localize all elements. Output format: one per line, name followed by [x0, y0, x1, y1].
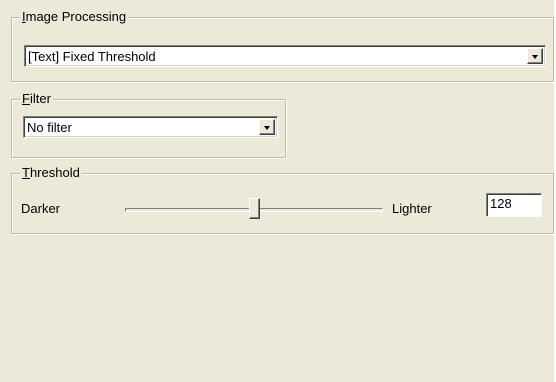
filter-legend-text: ilter [29, 91, 51, 106]
chevron-down-icon [264, 126, 270, 130]
filter-legend-mnemonic: F [22, 91, 30, 106]
threshold-legend: Threshold [20, 165, 82, 181]
darker-label: Darker [21, 201, 61, 216]
filter-dropdown-button[interactable] [259, 119, 275, 135]
filter-group: Filter No filter [11, 91, 286, 158]
threshold-slider-thumb[interactable] [249, 198, 260, 219]
filter-legend: Filter [20, 91, 53, 107]
image-processing-legend-text: mage Processing [25, 9, 127, 24]
lighter-label: Lighter [392, 201, 432, 216]
image-processing-selected-value: [Text] Fixed Threshold [28, 49, 156, 64]
settings-panel: Image Processing [Text] Fixed Threshold … [0, 0, 556, 382]
image-processing-group: Image Processing [Text] Fixed Threshold [11, 9, 554, 82]
image-processing-legend: Image Processing [20, 9, 129, 25]
threshold-value-input[interactable]: 128 [486, 193, 542, 217]
image-processing-dropdown-button[interactable] [527, 48, 543, 64]
threshold-legend-text: hreshold [29, 165, 80, 180]
image-processing-select[interactable]: [Text] Fixed Threshold [24, 45, 546, 67]
threshold-legend-mnemonic: T [22, 165, 30, 180]
filter-select[interactable]: No filter [23, 116, 278, 138]
threshold-group: Threshold Darker Lighter 128 [11, 165, 554, 234]
filter-selected-value: No filter [27, 120, 72, 135]
chevron-down-icon [532, 55, 538, 59]
